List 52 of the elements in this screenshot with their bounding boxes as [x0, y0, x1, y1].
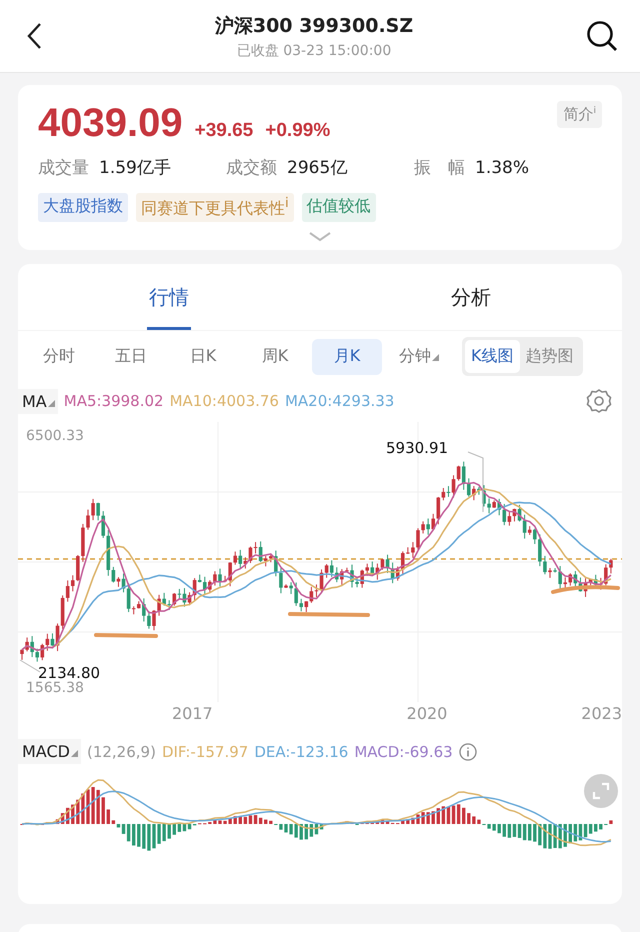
back-icon[interactable]: [26, 22, 42, 50]
axis-max-label: 6500.33: [26, 428, 84, 444]
macd-params: (12,26,9): [86, 742, 156, 761]
intro-button[interactable]: 简介$^{i}$: [557, 101, 602, 128]
ma-value: MA5:3998.02: [64, 392, 164, 410]
macd-value: DEA:-123.16: [254, 742, 348, 761]
stat-label: 成交额: [226, 157, 277, 179]
chart-type-option[interactable]: 趋势图: [520, 340, 580, 374]
macd-value: DIF:-157.97: [162, 742, 248, 761]
info-icon[interactable]: [458, 742, 477, 761]
indicator-selector[interactable]: MA: [18, 388, 58, 414]
tag[interactable]: 估值较低: [302, 193, 376, 222]
stat-value: 1.59亿手: [99, 157, 171, 179]
page-title: 沪深300 399300.SZ: [214, 14, 414, 38]
year-label: 2020: [406, 704, 448, 724]
axis-min-label: 1565.38: [26, 680, 84, 696]
high-price-label: 5930.91: [386, 439, 448, 458]
leader-line: [20, 660, 40, 673]
stat-label: 振 幅: [414, 157, 465, 179]
search-icon[interactable]: [586, 20, 618, 52]
dropdown-triangle-icon: [70, 750, 78, 758]
tag[interactable]: 同赛道下更具代表性$^{i}$: [136, 193, 294, 222]
chart-type-option[interactable]: K线图: [465, 340, 520, 374]
tab[interactable]: 行情: [18, 264, 320, 330]
tab[interactable]: 分析: [320, 264, 622, 330]
stat-value: 2965亿: [287, 157, 348, 179]
support-mark: [551, 585, 620, 594]
percent-change: +0.99%: [265, 120, 330, 142]
expand-chevron-icon[interactable]: [309, 232, 331, 242]
year-label: 2023: [581, 704, 622, 724]
support-mark: [94, 633, 158, 638]
period-tab[interactable]: 分钟: [384, 338, 454, 375]
indicator-selector[interactable]: MACD: [18, 739, 81, 764]
period-tab[interactable]: 五日: [96, 338, 166, 375]
ma-value: MA20:4293.33: [284, 392, 394, 410]
leader-line: [468, 452, 484, 513]
period-tab[interactable]: 月K: [312, 338, 382, 375]
ma-value: MA10:4003.76: [170, 392, 279, 410]
price-change: +39.65: [194, 120, 254, 142]
stat-value: 1.38%: [475, 158, 530, 178]
dropdown-triangle-icon: [48, 400, 55, 407]
year-label: 2017: [172, 704, 213, 724]
tag[interactable]: 大盘股指数: [38, 193, 128, 222]
price: 4039.09: [38, 101, 183, 146]
period-tab[interactable]: 周K: [240, 338, 310, 375]
market-status: 已收盘 03-23 15:00:00: [236, 42, 392, 60]
stat-label: 成交量: [38, 157, 89, 179]
low-price-label: 2134.80: [38, 664, 100, 682]
period-tab[interactable]: 日K: [168, 338, 238, 375]
macd-value: MACD:-69.63: [354, 742, 453, 761]
settings-icon[interactable]: [586, 388, 612, 414]
period-tab[interactable]: 分时: [24, 338, 94, 375]
